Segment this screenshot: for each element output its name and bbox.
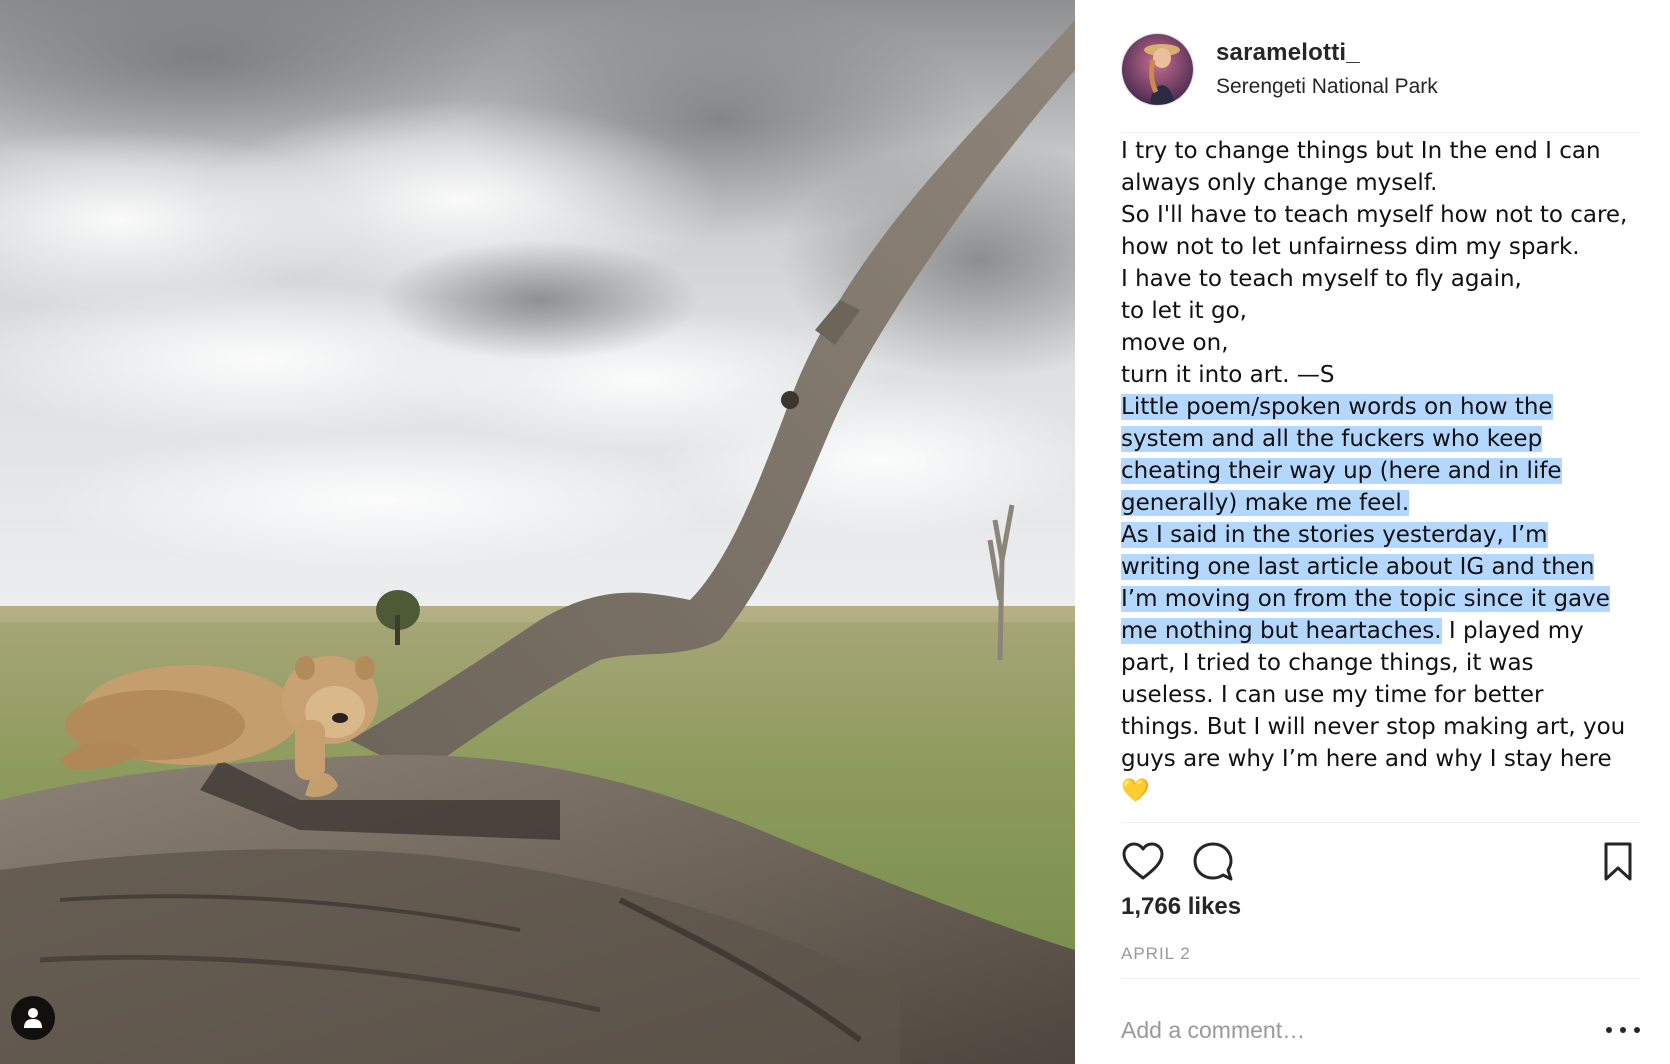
caption-line-highlighted: writing one last article about IG and th… bbox=[1121, 554, 1595, 580]
comment-input[interactable] bbox=[1121, 1016, 1606, 1044]
caption-line: things. But I will never stop making art… bbox=[1121, 714, 1626, 740]
caption-line: always only change myself. bbox=[1121, 170, 1438, 196]
caption-line-highlighted: cheating their way up (here and in life bbox=[1121, 458, 1562, 484]
caption-line-highlighted: Little poem/spoken words on how the bbox=[1121, 394, 1553, 420]
caption-line-emoji: 💛 bbox=[1121, 775, 1661, 807]
caption-line-highlighted: I’m moving on from the topic since it ga… bbox=[1121, 586, 1610, 612]
caption-line: guys are why I’m here and why I stay her… bbox=[1121, 746, 1612, 772]
caption-line-partial-highlight: me nothing but heartaches. I played my bbox=[1121, 618, 1584, 644]
caption-line: how not to let unfairness dim my spark. bbox=[1121, 234, 1580, 260]
instagram-post-view: saramelotti_ Serengeti National Park I t… bbox=[0, 0, 1670, 1064]
caption-line: to let it go, bbox=[1121, 298, 1247, 324]
heart-icon bbox=[1122, 842, 1164, 880]
caption-line: I try to change things but In the end I … bbox=[1121, 138, 1601, 164]
more-options-icon bbox=[1620, 1027, 1626, 1033]
like-button[interactable] bbox=[1121, 840, 1165, 884]
comment-bubble-icon bbox=[1193, 842, 1233, 881]
comment-box bbox=[1121, 1010, 1640, 1050]
caption-line: turn it into art. —S bbox=[1121, 362, 1335, 388]
likes-count[interactable]: 1,766 likes bbox=[1121, 893, 1241, 921]
more-options-icon bbox=[1634, 1027, 1640, 1033]
comment-button[interactable] bbox=[1191, 840, 1235, 884]
caption-line: move on, bbox=[1121, 330, 1229, 356]
user-tag-icon bbox=[24, 1008, 42, 1028]
username-link[interactable]: saramelotti_ bbox=[1216, 38, 1438, 68]
post-caption: I try to change things but In the end I … bbox=[1121, 135, 1661, 807]
caption-line-highlighted: As I said in the stories yesterday, I’m bbox=[1121, 522, 1548, 548]
save-button[interactable] bbox=[1596, 840, 1640, 884]
caption-line: part, I tried to change things, it was bbox=[1121, 650, 1534, 676]
caption-line-highlighted: system and all the fuckers who keep bbox=[1121, 426, 1543, 452]
more-options-icon bbox=[1606, 1027, 1612, 1033]
avatar-image bbox=[1122, 33, 1193, 105]
avatar[interactable] bbox=[1121, 32, 1194, 106]
tagged-users-button[interactable] bbox=[11, 996, 55, 1040]
post-sidebar: saramelotti_ Serengeti National Park I t… bbox=[1075, 0, 1670, 1064]
header-divider bbox=[1121, 132, 1640, 133]
location-link[interactable]: Serengeti National Park bbox=[1216, 74, 1438, 100]
post-header: saramelotti_ Serengeti National Park bbox=[1121, 32, 1650, 106]
post-header-text: saramelotti_ Serengeti National Park bbox=[1216, 38, 1438, 100]
caption-line: useless. I can use my time for better bbox=[1121, 682, 1544, 708]
post-date[interactable]: APRIL 2 bbox=[1121, 944, 1191, 964]
post-actions bbox=[1121, 840, 1640, 884]
caption-line: I have to teach myself to fly again, bbox=[1121, 266, 1522, 292]
comment-divider bbox=[1121, 978, 1640, 979]
caption-divider bbox=[1121, 822, 1640, 823]
yellow-heart-emoji: 💛 bbox=[1121, 778, 1150, 804]
lioness-on-tree-photo bbox=[0, 0, 1075, 1064]
caption-line-highlighted: generally) make me feel. bbox=[1121, 490, 1410, 516]
bookmark-icon bbox=[1604, 842, 1632, 881]
post-photo[interactable] bbox=[0, 0, 1075, 1064]
more-options-button[interactable] bbox=[1606, 1020, 1640, 1040]
caption-line: So I'll have to teach myself how not to … bbox=[1121, 202, 1628, 228]
